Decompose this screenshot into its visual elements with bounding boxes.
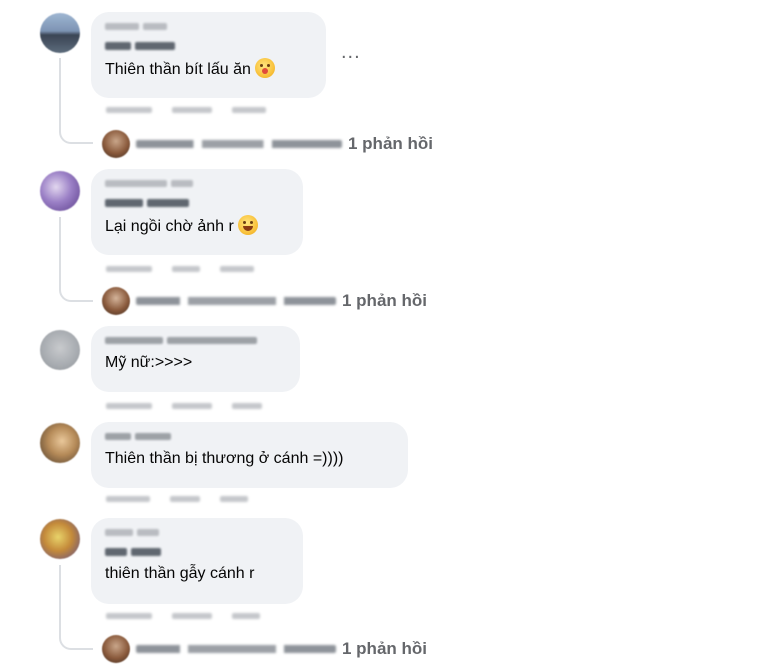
comment-text: Thiên thần bít lấu ăn: [105, 58, 312, 80]
comment-item: Lại ngồi chờ ảnh r 1 phản hồi: [0, 165, 757, 320]
reply-count[interactable]: 1 phản hồi: [342, 291, 427, 311]
comment-bubble: Mỹ nữ:>>>>: [91, 326, 300, 392]
comment-author[interactable]: [105, 177, 289, 190]
comment-item: Mỹ nữ:>>>>: [0, 320, 757, 415]
comment-bubble: Thiên thần bị thương ở cánh =)))): [91, 422, 408, 488]
comment-actions[interactable]: [106, 263, 254, 275]
view-replies-link[interactable]: 1 phản hồi: [102, 634, 427, 664]
reply-count[interactable]: 1 phản hồi: [342, 639, 427, 659]
comment-bubble: Lại ngồi chờ ảnh r: [91, 169, 303, 255]
avatar[interactable]: [40, 423, 80, 463]
comment-bubble: Thiên thần bít lấu ăn: [91, 12, 326, 98]
view-replies-link[interactable]: 1 phản hồi: [102, 129, 433, 159]
comment-actions[interactable]: [106, 104, 266, 116]
comment-text: thiên thần gẫy cánh r: [105, 565, 255, 582]
comment-author-tag: [105, 39, 312, 52]
thread-line: [59, 217, 93, 302]
avatar: [102, 635, 130, 663]
more-options-icon[interactable]: ...: [341, 42, 361, 62]
comment-author[interactable]: [105, 526, 289, 539]
comment-text: Mỹ nữ:>>>>: [105, 354, 193, 371]
thread-line: [59, 58, 93, 144]
avatar[interactable]: [40, 13, 80, 53]
avatar[interactable]: [40, 519, 80, 559]
comment-actions[interactable]: [106, 400, 262, 412]
comment-text: Lại ngồi chờ ảnh r: [105, 215, 289, 237]
comment-author[interactable]: [105, 20, 312, 33]
comment-bubble: thiên thần gẫy cánh r: [91, 518, 303, 604]
comment-item: Thiên thần bít lấu ăn ... 1 phản hồi: [0, 0, 757, 165]
reply-count[interactable]: 1 phản hồi: [348, 134, 433, 154]
avatar[interactable]: [40, 171, 80, 211]
comment-text: Thiên thần bị thương ở cánh =)))): [105, 450, 344, 467]
avatar[interactable]: [40, 330, 80, 370]
hand-over-mouth-emoji: [254, 58, 275, 78]
comment-author[interactable]: [105, 430, 394, 443]
grimacing-emoji: [237, 215, 258, 235]
view-replies-link[interactable]: 1 phản hồi: [102, 286, 427, 316]
comment-author-tag: [105, 545, 289, 558]
comment-author[interactable]: [105, 334, 286, 347]
comment-author-tag: [105, 196, 289, 209]
comment-actions[interactable]: [106, 493, 248, 505]
avatar: [102, 287, 130, 315]
comment-actions[interactable]: [106, 610, 260, 622]
comment-item: thiên thần gẫy cánh r 1 phản hồi: [0, 510, 757, 670]
avatar: [102, 130, 130, 158]
comment-item: Thiên thần bị thương ở cánh =)))): [0, 415, 757, 510]
thread-line: [59, 565, 93, 650]
